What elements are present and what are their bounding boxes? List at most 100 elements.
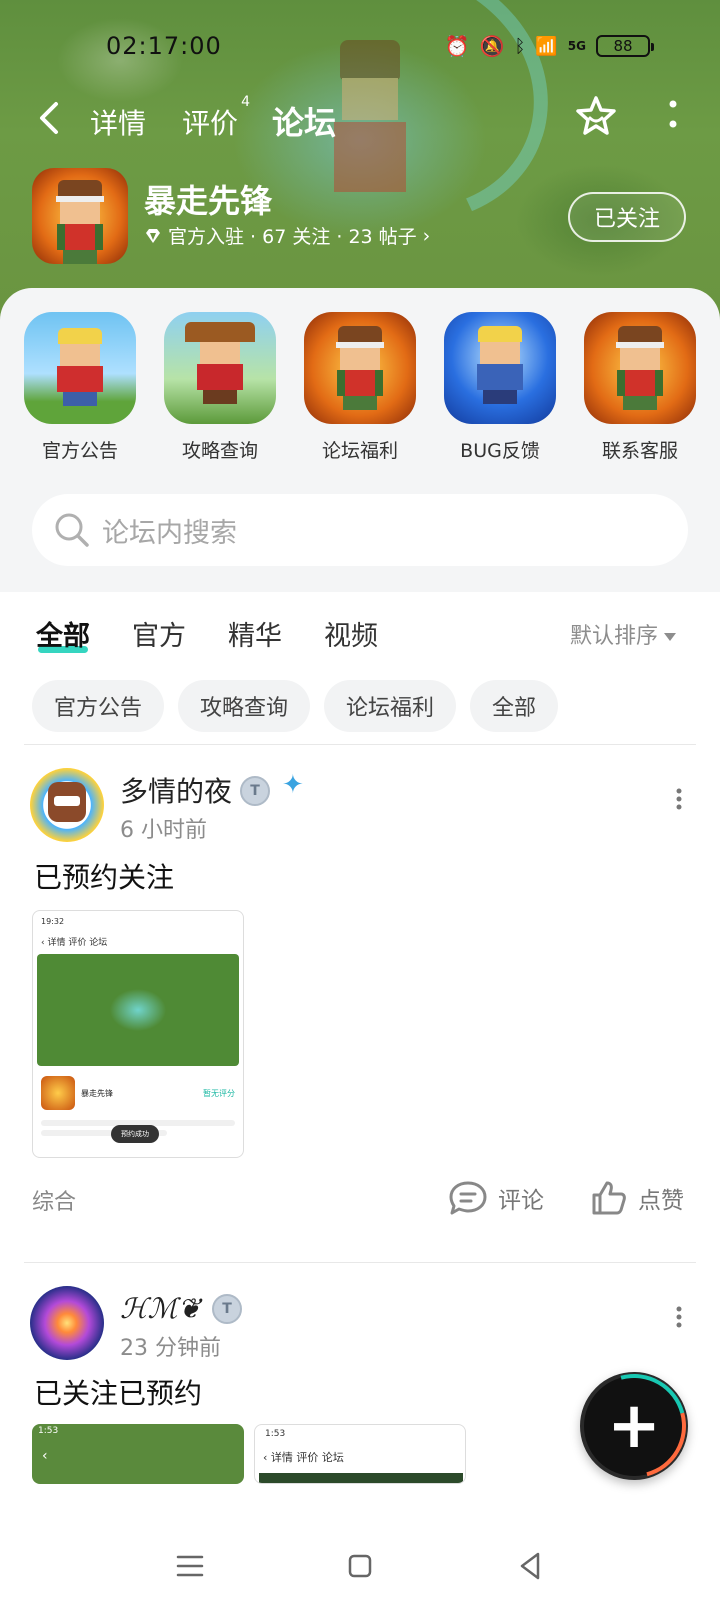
announcement-icon bbox=[24, 312, 136, 424]
shot-game-art bbox=[37, 954, 239, 1066]
battery-level: 88 bbox=[613, 37, 633, 55]
post-image[interactable]: 1:53 ‹ bbox=[32, 1424, 244, 1484]
battery-icon: 88 bbox=[596, 35, 654, 57]
post-footer: 综合 评论 点赞 bbox=[0, 1176, 720, 1226]
quick-link-support[interactable]: 联系客服 bbox=[584, 312, 696, 463]
shot-toast: 预约成功 bbox=[111, 1125, 159, 1143]
filter-tab-featured[interactable]: 精华 bbox=[228, 614, 282, 653]
quick-link-label: 官方公告 bbox=[41, 440, 118, 462]
system-nav-bar bbox=[0, 1522, 720, 1608]
favorite-star-icon[interactable] bbox=[574, 94, 618, 138]
benefits-icon bbox=[304, 312, 416, 424]
quick-link-guides[interactable]: 攻略查询 bbox=[164, 312, 276, 463]
post-time: 23 分钟前 bbox=[120, 1336, 221, 1361]
shot-game-row: 暴走先锋 暂无评分 bbox=[33, 1070, 243, 1116]
thumbs-up-icon bbox=[592, 1181, 626, 1215]
post-image[interactable]: 19:32 ‹ 详情 评价 论坛 暴走先锋 暂无评分 预约成功 bbox=[32, 910, 244, 1158]
quick-link-label: 论坛福利 bbox=[321, 440, 398, 462]
post-category: 综合 bbox=[32, 1190, 77, 1215]
filter-tab-all[interactable]: 全部 bbox=[36, 614, 90, 653]
shot-nav: ‹ 详情 评价 论坛 bbox=[41, 938, 108, 948]
chip-announcements[interactable]: 官方公告 bbox=[32, 680, 165, 732]
chip-guides[interactable]: 攻略查询 bbox=[178, 680, 311, 732]
post-more-icon[interactable] bbox=[664, 788, 694, 810]
like-label: 点赞 bbox=[638, 1188, 684, 1214]
category-chips: 官方公告 攻略查询 论坛福利 全部 bbox=[32, 680, 559, 732]
caret-down-icon bbox=[664, 633, 676, 641]
search-input[interactable]: 论坛内搜索 bbox=[102, 511, 237, 550]
tab-reviews[interactable]: 评价 4 bbox=[182, 94, 250, 142]
shot-nav: ‹ 详情 评价 论坛 bbox=[263, 1451, 344, 1464]
quick-links: 官方公告 攻略查询 论坛福利 BUG反馈 联系客服 bbox=[0, 312, 720, 472]
chip-all[interactable]: 全部 bbox=[470, 680, 559, 732]
quick-link-label: BUG反馈 bbox=[460, 440, 540, 462]
back-nav-icon[interactable] bbox=[512, 1548, 548, 1584]
comment-button[interactable]: 评论 bbox=[448, 1180, 544, 1216]
forum-search-bar[interactable]: 论坛内搜索 bbox=[32, 494, 688, 566]
tab-details[interactable]: 详情 bbox=[90, 102, 146, 142]
sort-label: 默认排序 bbox=[569, 624, 658, 649]
filter-tab-official[interactable]: 官方 bbox=[132, 614, 186, 653]
quick-link-bug-report[interactable]: BUG反馈 bbox=[444, 312, 556, 463]
quick-link-label: 攻略查询 bbox=[181, 440, 258, 462]
post-time: 6 小时前 bbox=[120, 818, 207, 843]
tab-forum[interactable]: 论坛 bbox=[269, 98, 339, 144]
shot-game-art bbox=[259, 1473, 463, 1483]
filter-tab-video[interactable]: 视频 bbox=[324, 614, 378, 653]
shot-time: 19:32 bbox=[41, 917, 65, 926]
tab-reviews-label: 评价 bbox=[182, 107, 239, 140]
game-title[interactable]: 暴走先锋 bbox=[144, 176, 272, 222]
guide-icon bbox=[164, 312, 276, 424]
honor-badge-icon: ✦ bbox=[282, 770, 304, 800]
post-image[interactable]: 1:53 ‹ 详情 评价 论坛 bbox=[254, 1424, 466, 1484]
quick-link-benefits[interactable]: 论坛福利 bbox=[304, 312, 416, 463]
post-username[interactable]: ℋℳ❦ bbox=[120, 1292, 201, 1325]
comment-label: 评论 bbox=[498, 1188, 544, 1214]
plus-icon: + bbox=[607, 1389, 661, 1463]
game-meta-text: 官方入驻 · 67 关注 · 23 帖子 bbox=[168, 226, 417, 248]
divider bbox=[24, 1262, 696, 1263]
home-icon[interactable] bbox=[342, 1548, 378, 1584]
post-card[interactable]: 多情的夜 T ✦ 6 小时前 已预约关注 19:32 ‹ 详情 评价 论坛 暴走… bbox=[0, 766, 720, 1246]
search-icon bbox=[52, 510, 92, 550]
quick-link-label: 联系客服 bbox=[601, 440, 678, 462]
post-title[interactable]: 已预约关注 bbox=[34, 856, 174, 896]
chevron-right-icon: › bbox=[422, 224, 431, 247]
support-icon bbox=[584, 312, 696, 424]
filter-tabs: 全部 官方 精华 视频 默认排序 bbox=[0, 614, 720, 664]
back-icon[interactable] bbox=[34, 98, 62, 145]
more-options-icon[interactable] bbox=[656, 98, 690, 132]
mute-icon: 🔕 bbox=[479, 34, 505, 58]
chip-benefits[interactable]: 论坛福利 bbox=[324, 680, 457, 732]
quick-link-announcements[interactable]: 官方公告 bbox=[24, 312, 136, 463]
bluetooth-icon: ᛒ bbox=[514, 35, 526, 57]
status-time: 02:17:00 bbox=[106, 32, 222, 60]
game-character-sprite bbox=[56, 180, 104, 264]
shot-back-icon: ‹ bbox=[42, 1448, 48, 1464]
post-title[interactable]: 已关注已预约 bbox=[34, 1372, 202, 1412]
like-button[interactable]: 点赞 bbox=[590, 1180, 684, 1216]
create-post-button[interactable]: + bbox=[580, 1372, 688, 1480]
game-meta[interactable]: 官方入驻 · 67 关注 · 23 帖子 › bbox=[144, 222, 430, 249]
alarm-icon: ⏰ bbox=[444, 34, 470, 58]
divider bbox=[24, 744, 696, 745]
post-more-icon[interactable] bbox=[664, 1306, 694, 1328]
post-username[interactable]: 多情的夜 bbox=[120, 770, 232, 810]
avatar[interactable] bbox=[30, 1286, 104, 1360]
review-count-badge: 4 bbox=[241, 94, 251, 110]
user-level-badge-icon: T bbox=[240, 776, 270, 806]
top-nav: 详情 评价 4 论坛 bbox=[0, 92, 720, 152]
sort-dropdown[interactable]: 默认排序 bbox=[570, 618, 676, 650]
avatar[interactable] bbox=[30, 768, 104, 842]
shot-status-bar: 19:32 bbox=[33, 911, 243, 933]
shot-time: 1:53 bbox=[38, 1426, 59, 1436]
network-label: 5G bbox=[567, 39, 586, 53]
shot-rate: 暂无评分 bbox=[203, 1088, 235, 1098]
follow-button[interactable]: 已关注 bbox=[568, 192, 686, 242]
menu-icon[interactable] bbox=[172, 1548, 208, 1584]
wifi-icon: 📶 bbox=[535, 35, 558, 57]
comment-icon bbox=[449, 1181, 487, 1215]
game-icon[interactable] bbox=[32, 168, 128, 264]
shot-game-icon bbox=[41, 1076, 75, 1110]
shot-game-name: 暴走先锋 bbox=[81, 1088, 113, 1098]
